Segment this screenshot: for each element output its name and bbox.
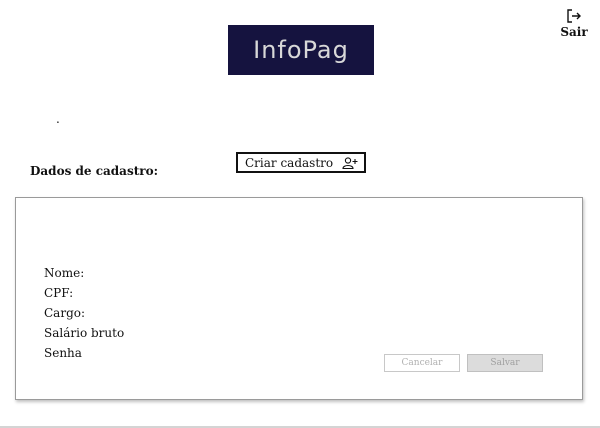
cancel-button[interactable]: Cancelar [384, 354, 460, 372]
password-label: Senha [44, 346, 82, 360]
cpf-label: CPF: [44, 286, 74, 300]
registration-form-panel: Nome: CPF: Cargo: Salário bruto Senha Ca… [15, 197, 583, 400]
logout-button[interactable]: Sair [556, 8, 592, 39]
gross-salary-label: Salário bruto [44, 326, 125, 340]
logout-label: Sair [560, 25, 588, 39]
dot-text: . [56, 112, 60, 126]
name-label: Nome: [44, 266, 85, 280]
position-label: Cargo: [44, 306, 86, 320]
add-user-icon [342, 156, 358, 169]
save-button[interactable]: Salvar [467, 354, 543, 372]
create-registration-label: Criar cadastro [245, 155, 334, 170]
create-registration-button[interactable]: Criar cadastro [236, 152, 366, 173]
section-title: Dados de cadastro: [30, 164, 159, 178]
infopag-logo: InfoPag [228, 25, 374, 75]
logout-icon [567, 9, 581, 23]
